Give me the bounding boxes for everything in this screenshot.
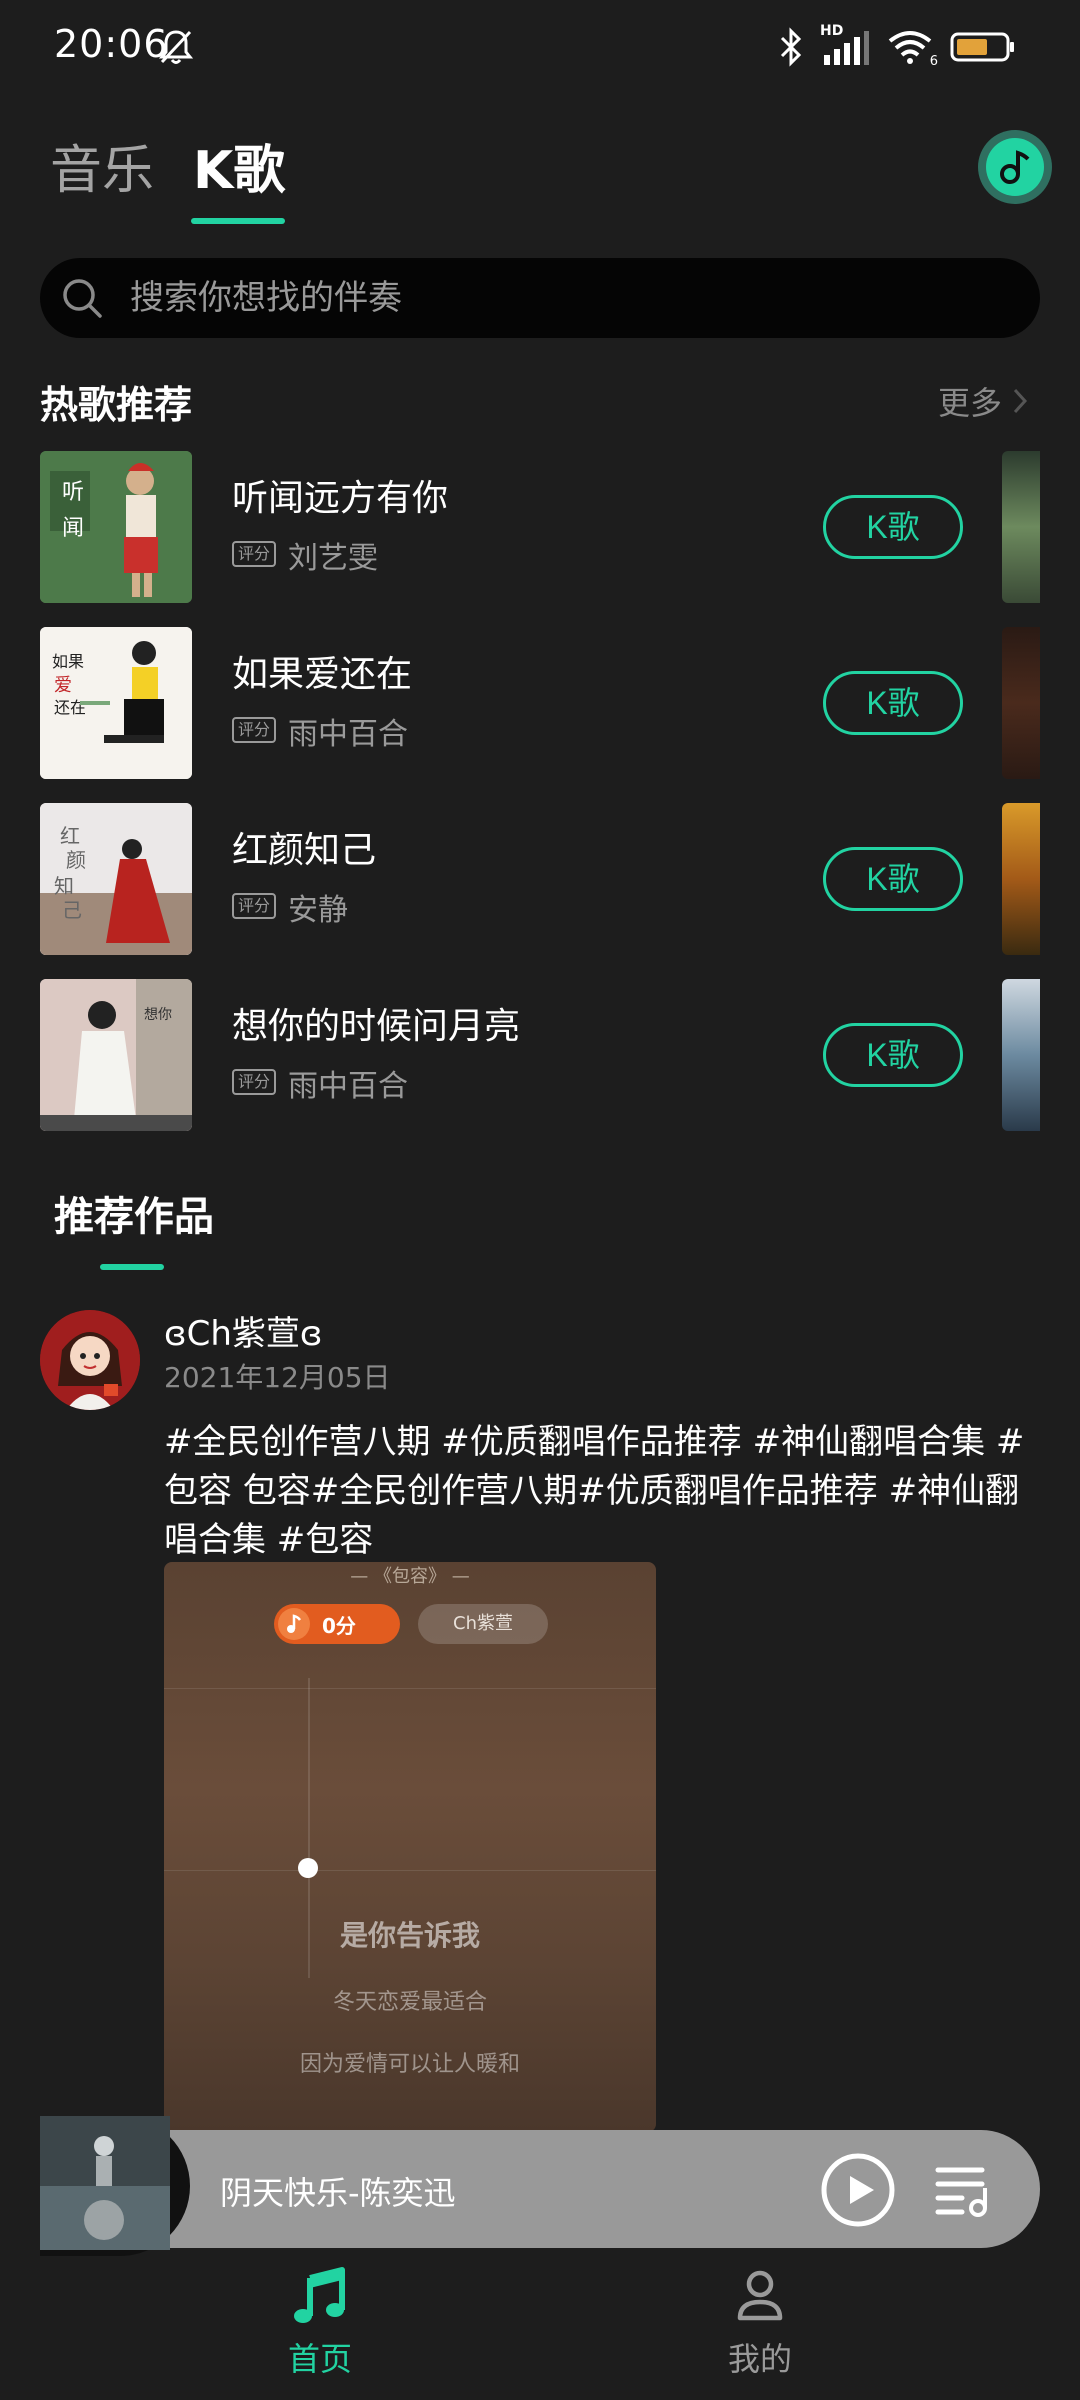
score-badge: 评分 xyxy=(232,541,276,567)
next-page-cover[interactable] xyxy=(1002,451,1040,603)
cell-signal-icon: HD xyxy=(820,23,870,67)
now-playing-title[interactable]: 阴天快乐-陈奕迅 xyxy=(220,2168,456,2214)
pitch-dot xyxy=(298,1858,318,1878)
status-icons: HD 6 xyxy=(778,23,1016,70)
now-playing-disc-button[interactable] xyxy=(978,130,1052,204)
post-text[interactable]: #全民创作营八期 #优质翻唱作品推荐 #神仙翻唱合集 #包容 包容#全民创作营八… xyxy=(164,1418,1044,1565)
svg-text:听: 听 xyxy=(62,480,84,505)
song-artist: 雨中百合 xyxy=(288,717,408,752)
next-page-cover[interactable] xyxy=(1002,979,1040,1131)
chevron-right-icon xyxy=(1013,388,1028,414)
score-badge: 评分 xyxy=(232,717,276,743)
music-note-icon xyxy=(986,138,1044,196)
song-cover[interactable]: 想你 xyxy=(40,979,192,1131)
lyric-line: 是你告诉我 xyxy=(339,1919,480,1952)
bluetooth-icon xyxy=(780,27,802,67)
next-page-cover[interactable] xyxy=(1002,803,1040,955)
status-bar: 20:06 HD 6 xyxy=(0,0,1080,96)
lyric-line: 因为爱情可以让人暖和 xyxy=(299,2052,520,2077)
pitch-gridline xyxy=(164,1688,656,1689)
nav-home-label: 首页 xyxy=(287,2340,352,2378)
song-title: 如果爱还在 xyxy=(232,654,413,695)
wifi-sub-label: 6 xyxy=(929,54,938,69)
status-time: 20:06 xyxy=(54,22,169,66)
video-song-label: — 《包容》 — xyxy=(350,1566,470,1587)
ksong-button[interactable]: K歌 xyxy=(823,495,963,559)
username[interactable]: ɞCh紫萱ɞ xyxy=(164,1306,322,1355)
pitch-gridline xyxy=(164,1870,656,1871)
recommended-tab-indicator xyxy=(100,1264,164,1270)
song-artist: 雨中百合 xyxy=(288,1069,408,1104)
ksong-button[interactable]: K歌 xyxy=(823,847,963,911)
tab-music[interactable]: 音乐 xyxy=(50,128,154,203)
active-tab-indicator xyxy=(191,218,285,224)
score-badge: 评分 xyxy=(232,1069,276,1095)
song-row[interactable]: 红 颜 知 己 红颜知己 评分 安静 K歌 xyxy=(0,803,1080,955)
score-pill: 0分 xyxy=(274,1604,400,1644)
song-cover[interactable]: 红 颜 知 己 xyxy=(40,803,192,955)
nav-mine[interactable]: 我的 xyxy=(660,2266,860,2386)
user-icon xyxy=(737,2270,783,2321)
song-row[interactable]: 听 闻 听闻远方有你 评分 刘艺雯 K歌 xyxy=(0,451,1080,603)
svg-text:己: 己 xyxy=(62,898,82,922)
nav-home[interactable]: 首页 xyxy=(220,2266,420,2386)
music-note-icon xyxy=(294,2267,345,2323)
video-card[interactable]: — 《包容》 — 0分 Ch紫萱 是你告诉我 冬天恋爱最适合 因为爱情可以让人暖… xyxy=(164,1562,656,2132)
svg-text:闻: 闻 xyxy=(62,516,84,541)
score-badge: 评分 xyxy=(232,893,276,919)
song-row[interactable]: 如果 爱 还在 如果爱还在 评分 雨中百合 K歌 xyxy=(0,627,1080,779)
music-note-icon xyxy=(278,1608,310,1640)
tab-ksong[interactable]: K歌 xyxy=(193,128,285,203)
lyric-line: 冬天恋爱最适合 xyxy=(332,1990,487,2015)
svg-text:红: 红 xyxy=(60,824,80,848)
singer-pill: Ch紫萱 xyxy=(418,1604,548,1644)
svg-text:如果: 如果 xyxy=(52,652,84,671)
song-title: 想你的时候问月亮 xyxy=(232,1006,521,1047)
nav-mine-label: 我的 xyxy=(727,2340,792,2378)
song-artist: 刘艺雯 xyxy=(288,541,378,576)
battery-icon xyxy=(950,32,1014,62)
song-artist: 安静 xyxy=(288,893,348,928)
next-page-cover[interactable] xyxy=(1002,627,1040,779)
svg-text:知: 知 xyxy=(54,874,74,898)
bell-muted-icon xyxy=(158,30,194,64)
search-icon xyxy=(63,279,102,318)
ksong-button[interactable]: K歌 xyxy=(823,671,963,735)
svg-text:爱: 爱 xyxy=(54,675,72,696)
avatar[interactable] xyxy=(40,1310,140,1410)
search-bar[interactable] xyxy=(40,258,1040,338)
song-cover[interactable]: 听 闻 xyxy=(40,451,192,603)
song-cover[interactable]: 如果 爱 还在 xyxy=(40,627,192,779)
song-row[interactable]: 想你 想你的时候问月亮 评分 雨中百合 K歌 xyxy=(0,979,1080,1131)
recommended-works-title[interactable]: 推荐作品 xyxy=(54,1184,214,1242)
playlist-icon[interactable] xyxy=(934,2162,994,2218)
wifi-icon: 6 xyxy=(886,27,938,69)
player-album-cover[interactable] xyxy=(40,2116,170,2250)
hot-songs-title: 热歌推荐 xyxy=(40,383,193,427)
ksong-button[interactable]: K歌 xyxy=(823,1023,963,1087)
more-link[interactable]: 更多 xyxy=(938,378,1028,424)
search-input[interactable] xyxy=(130,258,1010,338)
more-label: 更多 xyxy=(938,384,1003,422)
song-title: 听闻远方有你 xyxy=(232,478,449,519)
play-icon[interactable] xyxy=(820,2152,896,2228)
svg-text:还在: 还在 xyxy=(54,698,86,717)
svg-text:想你: 想你 xyxy=(144,1007,172,1023)
score-value: 0分 xyxy=(322,1614,356,1638)
svg-text:颜: 颜 xyxy=(66,848,86,872)
song-title: 红颜知己 xyxy=(232,830,377,871)
post-date: 2021年12月05日 xyxy=(164,1361,391,1394)
